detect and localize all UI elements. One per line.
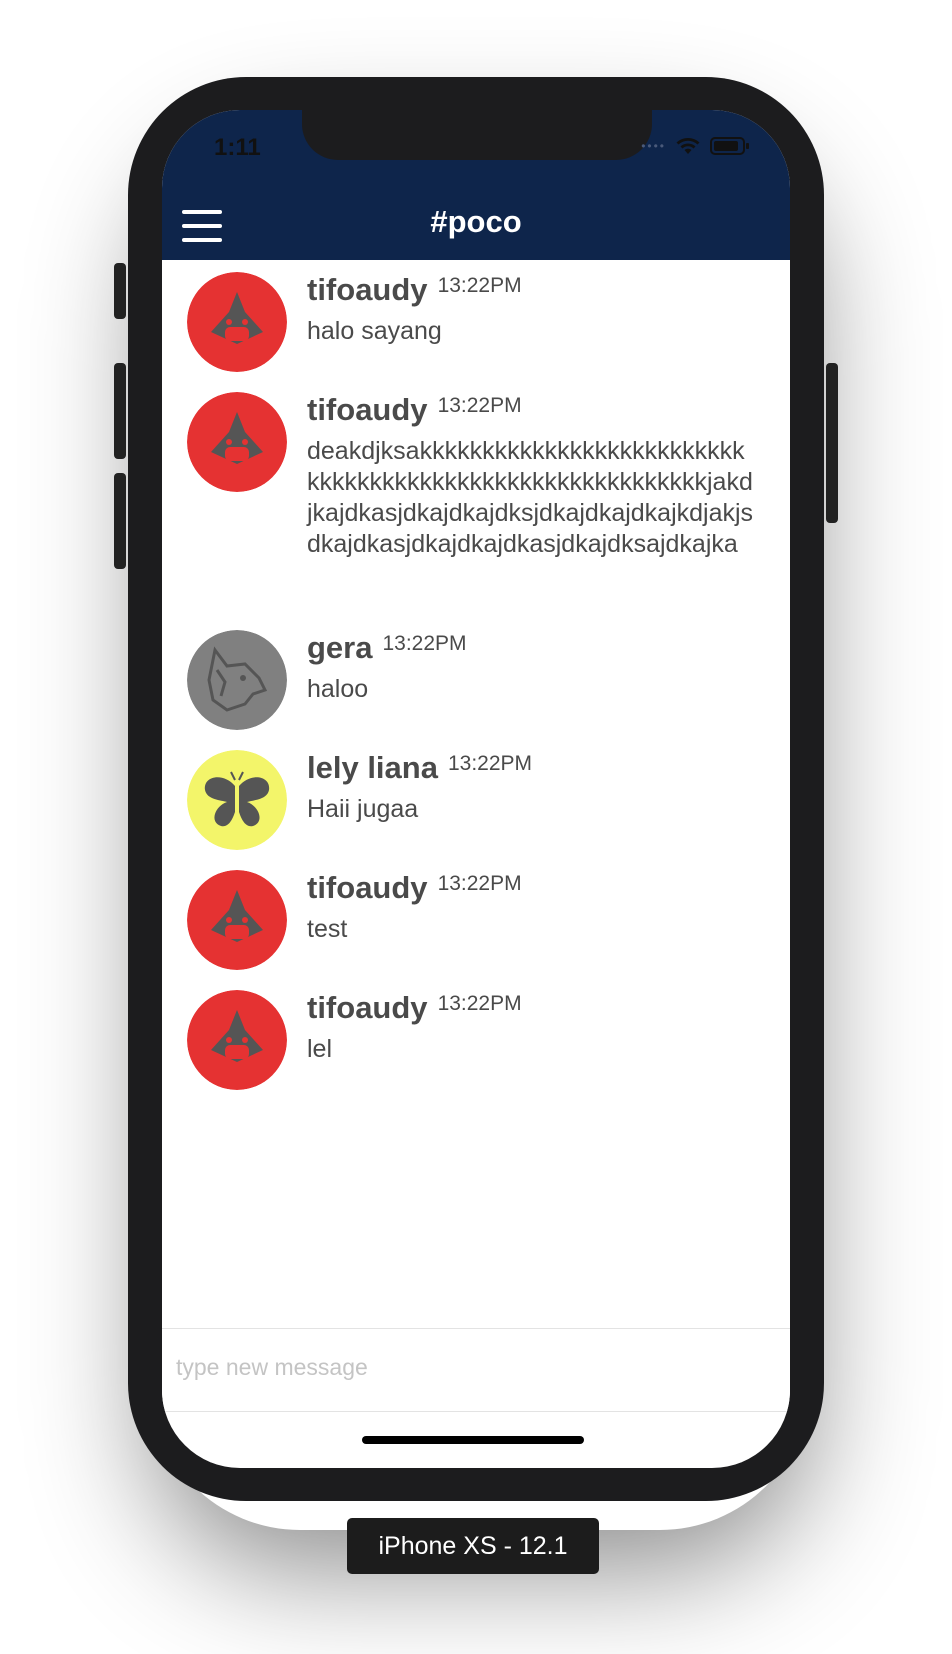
message-author[interactable]: tifoaudy 13:22PM xyxy=(307,392,522,428)
message-input[interactable] xyxy=(174,1353,738,1382)
message-time: 13:22PM xyxy=(437,394,522,417)
message-time: 13:22PM xyxy=(437,872,522,895)
volume-up-button xyxy=(114,363,126,459)
message-text: lel xyxy=(307,1035,333,1063)
message-author[interactable]: tifoaudy 13:22PM xyxy=(307,272,522,308)
message-author[interactable]: tifoaudy 13:22PM xyxy=(307,990,522,1026)
shark-avatar-icon[interactable] xyxy=(187,272,287,372)
notch xyxy=(302,110,652,160)
mute-switch xyxy=(114,263,126,319)
message-composer xyxy=(162,1328,790,1412)
message-text: Haii jugaa xyxy=(307,795,419,823)
message-text: halo sayang xyxy=(307,317,442,345)
wolf-avatar-icon[interactable] xyxy=(187,630,287,730)
channel-title: #poco xyxy=(430,204,522,239)
signal-icon: •••• xyxy=(641,139,666,153)
message-time: 13:22PM xyxy=(437,992,522,1015)
message-time: 13:22PM xyxy=(382,632,467,655)
app-header: 1:11 •••• #poco xyxy=(162,110,790,260)
butterfly-avatar-icon[interactable] xyxy=(187,750,287,850)
volume-down-button xyxy=(114,473,126,569)
message-time: 13:22PM xyxy=(447,752,533,775)
app-screen: 1:11 •••• #poco tifoaudy 13:22PM halo sa… xyxy=(162,110,790,1468)
device-label: iPhone XS - 12.1 xyxy=(347,1518,599,1574)
battery-icon xyxy=(710,137,749,155)
shark-avatar-icon[interactable] xyxy=(187,990,287,1090)
wifi-icon xyxy=(676,138,700,154)
message-author[interactable]: lely liana 13:22PM xyxy=(307,750,532,786)
message-text: deakdjksakkkkkkkkkkkkkkkkkkkkkkkkkkkkkkk… xyxy=(307,437,754,558)
shark-avatar-icon[interactable] xyxy=(187,870,287,970)
status-icons: •••• xyxy=(641,136,750,156)
message-text: test xyxy=(307,915,348,943)
power-button xyxy=(826,363,838,523)
message-author[interactable]: tifoaudy 13:22PM xyxy=(307,870,522,906)
shark-avatar-icon[interactable] xyxy=(187,392,287,492)
status-time: 1:11 xyxy=(214,134,261,161)
message-text: haloo xyxy=(307,675,369,703)
home-indicator[interactable] xyxy=(362,1436,584,1444)
message-author[interactable]: gera 13:22PM xyxy=(307,630,467,666)
message-time: 13:22PM xyxy=(437,274,522,297)
